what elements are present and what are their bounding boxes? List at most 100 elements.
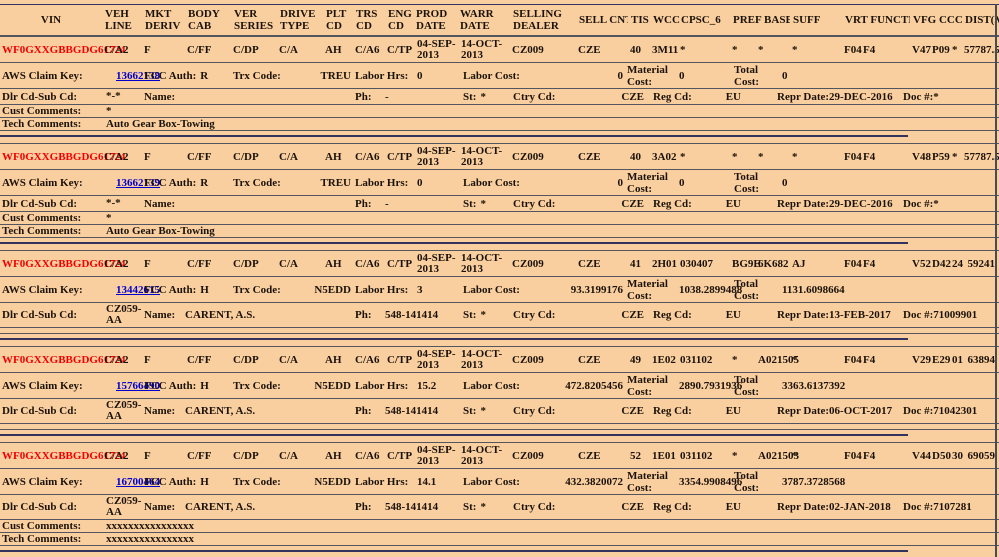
material-cost-label: Material Cost:	[627, 64, 675, 88]
column-header-mkt-deriv: MKT DERIV	[142, 8, 185, 32]
selling-dealer-value: CZ009	[510, 450, 576, 462]
trs-cd-value: C/A6	[353, 450, 385, 462]
vfg-value: V52	[910, 258, 930, 270]
dlr-cd-sub-cd-label: Dlr Cd-Sub Cd:	[0, 501, 102, 513]
ctry-cd-value: CZE	[621, 501, 644, 513]
record-separator-line	[0, 550, 908, 552]
fcc-auth-label: FCC Auth:	[144, 177, 196, 189]
aws-claim-key-label: AWS Claim Key:	[0, 380, 102, 392]
cust-comments-row: Cust Comments: *	[0, 212, 999, 225]
cpsc-6-value: 031102	[678, 354, 730, 366]
repr-date-label: Repr Date:	[777, 405, 829, 417]
ccc-value: D50	[930, 450, 950, 462]
labor-cost-label: Labor Cost:	[463, 177, 520, 189]
vin-value: WF0GXXGBBGDG61724	[0, 44, 102, 56]
doc-num-label: Doc #:	[903, 198, 933, 210]
veh-line-value: C/A2	[102, 450, 142, 462]
table-header-row: VIN VEH LINE MKT DERIV BODY CAB VER SERI…	[0, 4, 999, 36]
record-separator-line	[0, 338, 908, 340]
dealer-info-row: Dlr Cd-Sub Cd: CZ059-AA Name: CARENT, A.…	[0, 399, 999, 424]
record-separator	[0, 430, 999, 442]
vrt-function-value-1: F04	[842, 450, 861, 462]
cust-comments-row: Cust Comments: xxxxxxxxxxxxxxxx	[0, 520, 999, 533]
drive-type-value: C/A	[277, 151, 323, 163]
cust-comments-label: Cust Comments:	[0, 105, 102, 117]
aws-claim-key-label: AWS Claim Key:	[0, 476, 102, 488]
sell-cnt-value: CZE	[576, 354, 628, 366]
column-header-tis: TIS	[628, 14, 650, 26]
dealer-info-row: Dlr Cd-Sub Cd: *-* Name: Ph: - St: * Ctr…	[0, 196, 999, 212]
vehicle-data-row: WF0GXXGBBGDG61724 C/A2 F C/FF C/DP C/A A…	[0, 250, 999, 277]
column-header-prod-date: PROD DATE	[413, 8, 457, 32]
vfg-value: V47	[910, 44, 930, 56]
dealer-info-row: Dlr Cd-Sub Cd: CZ059-AA Name: CARENT, A.…	[0, 495, 999, 520]
wcc-value: 2H01	[650, 258, 678, 270]
st-value: *	[480, 91, 486, 103]
claim-record: WF0GXXGBBGDG61724 C/A2 F C/FF C/DP C/A A…	[0, 36, 999, 143]
sell-cnt-value: CZE	[576, 258, 628, 270]
total-cost-label: Total Cost:	[734, 278, 782, 302]
reg-cd-value: EU	[726, 405, 741, 417]
trs-cd-value: C/A6	[353, 354, 385, 366]
labor-hrs-label: Labor Hrs:	[355, 380, 417, 392]
selling-dealer-value: CZ009	[510, 44, 576, 56]
dlr-cd-sub-cd-label: Dlr Cd-Sub Cd:	[0, 198, 102, 210]
fcc-auth-label: FCC Auth:	[144, 70, 196, 82]
repr-date-value: 29-DEC-2016	[829, 198, 893, 210]
trs-cd-value: C/A6	[353, 258, 385, 270]
cd-value: 01	[950, 354, 962, 366]
total-cost-value: 0	[782, 177, 788, 189]
selling-dealer-value: CZ009	[510, 151, 576, 163]
trs-cd-value: C/A6	[353, 151, 385, 163]
dlr-cd-sub-cd-value: CZ059-AA	[102, 400, 144, 422]
vehicle-data-row: WF0GXXGBBGDG61724 C/A2 F C/FF C/DP C/A A…	[0, 442, 999, 469]
labor-cost-value: 432.3820072	[565, 476, 623, 488]
vin-value: WF0GXXGBBGDG61724	[0, 151, 102, 163]
doc-num-value: *	[933, 91, 939, 103]
vrt-function-value-2: F4	[861, 258, 910, 270]
ver-series-value: C/DP	[231, 151, 277, 163]
vin-value: WF0GXXGBBGDG61724	[0, 450, 102, 462]
fcc-auth-value: H	[200, 476, 209, 488]
sell-cnt-value: CZE	[576, 151, 628, 163]
reg-cd-value: EU	[726, 91, 741, 103]
cust-comments-value: *	[102, 212, 999, 224]
body-cab-value: C/FF	[185, 44, 231, 56]
dlr-cd-sub-cd-label: Dlr Cd-Sub Cd:	[0, 309, 102, 321]
cust-comments-value: xxxxxxxxxxxxxxxx	[102, 520, 999, 532]
labor-hrs-label: Labor Hrs:	[355, 284, 417, 296]
pref-value: *	[730, 450, 756, 462]
wcc-value: 3M11	[650, 44, 678, 56]
vrt-function-value-1: F04	[842, 44, 861, 56]
vehicle-data-row: WF0GXXGBBGDG61724 C/A2 F C/FF C/DP C/A A…	[0, 346, 999, 373]
total-cost-label: Total Cost:	[734, 171, 782, 195]
cpsc-6-value: 030407	[678, 258, 730, 270]
ctry-cd-label: Ctry Cd:	[513, 198, 555, 210]
tis-value: 40	[628, 151, 650, 163]
vrt-function-value-1: F04	[842, 258, 861, 270]
prod-date-value: 04-SEP-2013	[413, 445, 457, 467]
labor-cost-value: 472.8205456	[565, 380, 623, 392]
vin-value: WF0GXXGBBGDG61724	[0, 354, 102, 366]
repr-date-value: 13-FEB-2017	[829, 309, 891, 321]
claim-summary-row: AWS Claim Key: 13662139 FCC Auth: R Trx …	[0, 170, 999, 196]
dist-value: 69059	[962, 450, 999, 462]
ph-label: Ph:	[355, 309, 385, 321]
aws-claim-key-label: AWS Claim Key:	[0, 70, 102, 82]
reg-cd-value: EU	[726, 198, 741, 210]
material-cost-value: 2890.7931936	[679, 380, 742, 392]
repr-date-value: 06-OCT-2017	[829, 405, 892, 417]
repr-date-label: Repr Date:	[777, 91, 829, 103]
column-header-cpsc-6: CPSC_6	[678, 14, 730, 26]
total-cost-value: 1131.6098664	[782, 284, 845, 296]
vrt-function-value-1: F04	[842, 151, 861, 163]
base-value: *	[756, 151, 790, 163]
ver-series-value: C/DP	[231, 258, 277, 270]
material-cost-label: Material Cost:	[627, 171, 675, 195]
ctry-cd-value: CZE	[621, 198, 644, 210]
tech-comments-label: Tech Comments:	[0, 225, 102, 237]
dist-value: 57787.5	[962, 44, 999, 56]
tis-value: 49	[628, 354, 650, 366]
name-label: Name:	[144, 405, 185, 417]
record-separator	[0, 238, 999, 250]
